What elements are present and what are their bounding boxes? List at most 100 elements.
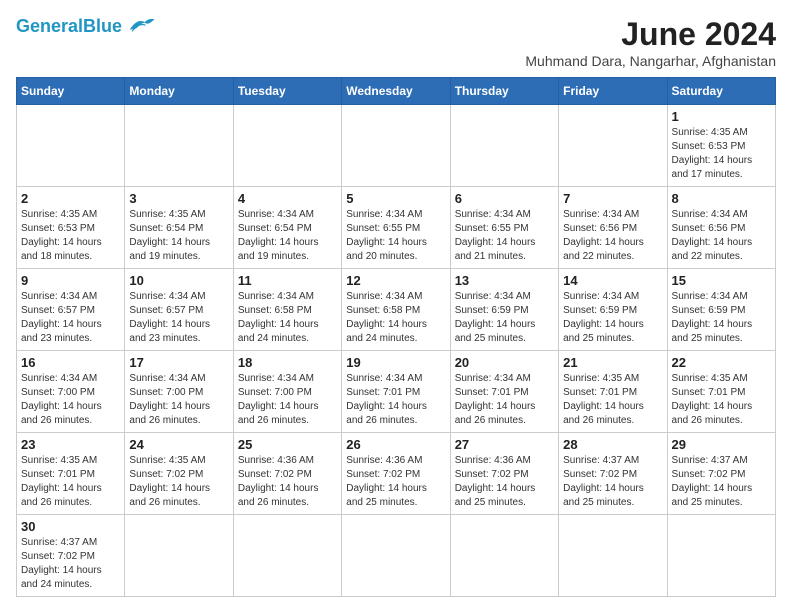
- day-number: 9: [21, 273, 120, 288]
- day-number: 18: [238, 355, 337, 370]
- day-info: Sunrise: 4:34 AMSunset: 7:01 PMDaylight:…: [346, 372, 445, 428]
- day-number: 11: [238, 273, 337, 288]
- day-number: 1: [672, 109, 771, 124]
- day-info: Sunrise: 4:34 AMSunset: 6:56 PMDaylight:…: [563, 208, 662, 264]
- calendar-cell: [667, 515, 775, 597]
- calendar-cell: 3Sunrise: 4:35 AMSunset: 6:54 PMDaylight…: [125, 187, 233, 269]
- day-number: 30: [21, 519, 120, 534]
- calendar-cell: 8Sunrise: 4:34 AMSunset: 6:56 PMDaylight…: [667, 187, 775, 269]
- calendar-week-row: 2 Sunrise: 4:35 AMSunset: 6:53 PMDaylight…: [17, 187, 776, 269]
- calendar-cell: 23 Sunrise: 4:35 AMSunset: 7:01 PMDayligh…: [17, 433, 125, 515]
- weekday-header-monday: Monday: [125, 78, 233, 105]
- calendar-cell: 5 Sunrise: 4:34 AMSunset: 6:55 PMDaylight…: [342, 187, 450, 269]
- day-info: Sunrise: 4:36 AMSunset: 7:02 PMDaylight:…: [455, 454, 554, 510]
- day-info: Sunrise: 4:34 AMSunset: 6:55 PMDaylight:…: [346, 208, 445, 264]
- weekday-header-wednesday: Wednesday: [342, 78, 450, 105]
- calendar-cell: 30 Sunrise: 4:37 AMSunset: 7:02 PMDayligh…: [17, 515, 125, 597]
- calendar-cell: 7Sunrise: 4:34 AMSunset: 6:56 PMDaylight…: [559, 187, 667, 269]
- title-block: June 2024 Muhmand Dara, Nangarhar, Afgha…: [525, 16, 776, 69]
- calendar-cell: 24 Sunrise: 4:35 AMSunset: 7:02 PMDayligh…: [125, 433, 233, 515]
- day-info: Sunrise: 4:34 AMSunset: 6:59 PMDaylight:…: [455, 290, 554, 346]
- day-info: Sunrise: 4:35 AMSunset: 6:53 PMDaylight:…: [21, 208, 120, 264]
- calendar-week-row: 9 Sunrise: 4:34 AMSunset: 6:57 PMDaylight…: [17, 269, 776, 351]
- weekday-header-thursday: Thursday: [450, 78, 558, 105]
- weekday-header-sunday: Sunday: [17, 78, 125, 105]
- calendar-cell: 6Sunrise: 4:34 AMSunset: 6:55 PMDaylight…: [450, 187, 558, 269]
- calendar-cell: 20 Sunrise: 4:34 AMSunset: 7:01 PMDayligh…: [450, 351, 558, 433]
- calendar-cell: 26Sunrise: 4:36 AMSunset: 7:02 PMDayligh…: [342, 433, 450, 515]
- calendar-cell: 25Sunrise: 4:36 AMSunset: 7:02 PMDayligh…: [233, 433, 341, 515]
- calendar-cell: [559, 105, 667, 187]
- calendar-cell: 4 Sunrise: 4:34 AMSunset: 6:54 PMDaylight…: [233, 187, 341, 269]
- day-info: Sunrise: 4:34 AMSunset: 6:58 PMDaylight:…: [346, 290, 445, 346]
- day-info: Sunrise: 4:35 AMSunset: 7:01 PMDaylight:…: [21, 454, 120, 510]
- day-number: 10: [129, 273, 228, 288]
- calendar-cell: [450, 105, 558, 187]
- day-number: 19: [346, 355, 445, 370]
- day-info: Sunrise: 4:36 AMSunset: 7:02 PMDaylight:…: [238, 454, 337, 510]
- calendar-cell: [450, 515, 558, 597]
- day-number: 20: [455, 355, 554, 370]
- day-number: 23: [21, 437, 120, 452]
- calendar-cell: 11Sunrise: 4:34 AMSunset: 6:58 PMDayligh…: [233, 269, 341, 351]
- day-number: 21: [563, 355, 662, 370]
- logo-general: General: [16, 16, 83, 36]
- calendar-cell: 2 Sunrise: 4:35 AMSunset: 6:53 PMDaylight…: [17, 187, 125, 269]
- day-info: Sunrise: 4:34 AMSunset: 6:59 PMDaylight:…: [563, 290, 662, 346]
- weekday-header-tuesday: Tuesday: [233, 78, 341, 105]
- logo: GeneralBlue: [16, 16, 156, 36]
- calendar-cell: 13 Sunrise: 4:34 AMSunset: 6:59 PMDayligh…: [450, 269, 558, 351]
- day-number: 13: [455, 273, 554, 288]
- calendar-cell: 1 Sunrise: 4:35 AMSunset: 6:53 PMDaylight…: [667, 105, 775, 187]
- calendar-cell: 19 Sunrise: 4:34 AMSunset: 7:01 PMDayligh…: [342, 351, 450, 433]
- day-number: 24: [129, 437, 228, 452]
- calendar-week-row: 23 Sunrise: 4:35 AMSunset: 7:01 PMDayligh…: [17, 433, 776, 515]
- day-info: Sunrise: 4:37 AMSunset: 7:02 PMDaylight:…: [21, 536, 120, 592]
- day-info: Sunrise: 4:34 AMSunset: 7:01 PMDaylight:…: [455, 372, 554, 428]
- calendar-table: SundayMondayTuesdayWednesdayThursdayFrid…: [16, 77, 776, 597]
- day-info: Sunrise: 4:35 AMSunset: 6:53 PMDaylight:…: [672, 126, 771, 182]
- day-info: Sunrise: 4:35 AMSunset: 7:01 PMDaylight:…: [563, 372, 662, 428]
- day-info: Sunrise: 4:34 AMSunset: 7:00 PMDaylight:…: [129, 372, 228, 428]
- weekday-header-friday: Friday: [559, 78, 667, 105]
- day-number: 14: [563, 273, 662, 288]
- day-info: Sunrise: 4:35 AMSunset: 7:02 PMDaylight:…: [129, 454, 228, 510]
- calendar-cell: 18Sunrise: 4:34 AMSunset: 7:00 PMDayligh…: [233, 351, 341, 433]
- calendar-cell: 28 Sunrise: 4:37 AMSunset: 7:02 PMDayligh…: [559, 433, 667, 515]
- day-number: 28: [563, 437, 662, 452]
- day-info: Sunrise: 4:34 AMSunset: 6:55 PMDaylight:…: [455, 208, 554, 264]
- day-info: Sunrise: 4:34 AMSunset: 6:56 PMDaylight:…: [672, 208, 771, 264]
- day-info: Sunrise: 4:34 AMSunset: 7:00 PMDaylight:…: [21, 372, 120, 428]
- calendar-cell: 14 Sunrise: 4:34 AMSunset: 6:59 PMDayligh…: [559, 269, 667, 351]
- calendar-cell: [559, 515, 667, 597]
- calendar-cell: [125, 105, 233, 187]
- calendar-cell: 10Sunrise: 4:34 AMSunset: 6:57 PMDayligh…: [125, 269, 233, 351]
- calendar-week-row: 16 Sunrise: 4:34 AMSunset: 7:00 PMDayligh…: [17, 351, 776, 433]
- day-number: 5: [346, 191, 445, 206]
- page-header: GeneralBlue June 2024 Muhmand Dara, Nang…: [16, 16, 776, 69]
- day-info: Sunrise: 4:35 AMSunset: 6:54 PMDaylight:…: [129, 208, 228, 264]
- day-number: 2: [21, 191, 120, 206]
- day-info: Sunrise: 4:34 AMSunset: 6:54 PMDaylight:…: [238, 208, 337, 264]
- calendar-cell: [233, 105, 341, 187]
- calendar-cell: 15Sunrise: 4:34 AMSunset: 6:59 PMDayligh…: [667, 269, 775, 351]
- day-info: Sunrise: 4:37 AMSunset: 7:02 PMDaylight:…: [563, 454, 662, 510]
- calendar-cell: [125, 515, 233, 597]
- calendar-title: June 2024: [525, 16, 776, 53]
- day-number: 4: [238, 191, 337, 206]
- day-info: Sunrise: 4:35 AMSunset: 7:01 PMDaylight:…: [672, 372, 771, 428]
- day-info: Sunrise: 4:34 AMSunset: 6:57 PMDaylight:…: [21, 290, 120, 346]
- calendar-week-row: 30 Sunrise: 4:37 AMSunset: 7:02 PMDayligh…: [17, 515, 776, 597]
- day-number: 26: [346, 437, 445, 452]
- calendar-week-row: 1 Sunrise: 4:35 AMSunset: 6:53 PMDaylight…: [17, 105, 776, 187]
- day-number: 15: [672, 273, 771, 288]
- calendar-cell: [233, 515, 341, 597]
- calendar-cell: 21 Sunrise: 4:35 AMSunset: 7:01 PMDayligh…: [559, 351, 667, 433]
- calendar-cell: [17, 105, 125, 187]
- calendar-cell: [342, 515, 450, 597]
- day-number: 16: [21, 355, 120, 370]
- calendar-cell: 12Sunrise: 4:34 AMSunset: 6:58 PMDayligh…: [342, 269, 450, 351]
- day-info: Sunrise: 4:37 AMSunset: 7:02 PMDaylight:…: [672, 454, 771, 510]
- day-number: 22: [672, 355, 771, 370]
- logo-text: GeneralBlue: [16, 17, 122, 35]
